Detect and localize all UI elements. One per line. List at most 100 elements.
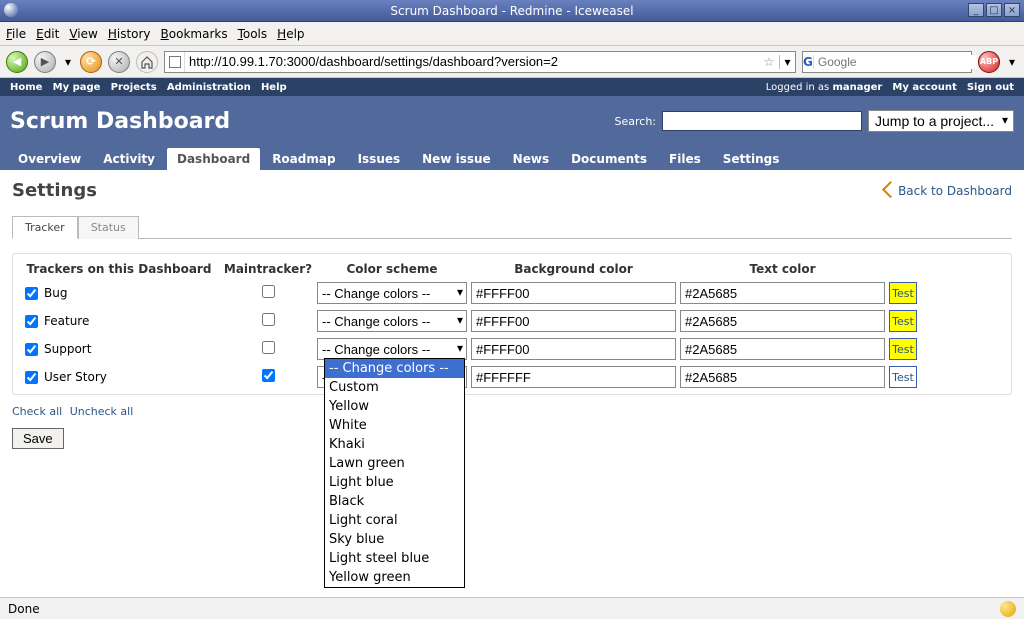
forward-button[interactable]: ▶ [34,51,56,73]
color-scheme-option[interactable]: Lawn green [325,454,464,473]
uncheck-all-link[interactable]: Uncheck all [70,405,134,418]
top-link-mypage[interactable]: My page [53,82,101,93]
maximize-button[interactable]: □ [986,3,1002,17]
page-heading: Settings [12,180,97,201]
text-color-input[interactable] [680,282,885,304]
header-search-input[interactable] [662,111,862,131]
nav-settings[interactable]: Settings [713,148,790,170]
test-button[interactable]: Test [889,310,917,332]
test-button[interactable]: Test [889,282,917,304]
url-input[interactable] [185,54,759,69]
nav-files[interactable]: Files [659,148,711,170]
top-link-signout[interactable]: Sign out [967,82,1014,93]
nav-dashboard[interactable]: Dashboard [167,148,260,170]
nav-newissue[interactable]: New issue [412,148,501,170]
color-scheme-option[interactable]: Light steel blue [325,549,464,568]
nav-roadmap[interactable]: Roadmap [262,148,345,170]
save-button[interactable]: Save [12,428,64,449]
bulk-action-links: Check all Uncheck all [12,405,1012,418]
menu-view[interactable]: View [69,27,97,41]
color-scheme-cell: -- Change colors -- [317,338,467,360]
minimize-button[interactable]: _ [968,3,984,17]
search-engine-input[interactable] [814,55,977,69]
header-search-label: Search: [615,115,657,128]
status-smiley-icon[interactable] [1000,601,1016,617]
test-button[interactable]: Test [889,366,917,388]
top-link-home[interactable]: Home [10,82,42,93]
maintracker-cell [223,285,313,301]
color-scheme-option[interactable]: White [325,416,464,435]
top-link-admin[interactable]: Administration [167,82,251,93]
col-scheme: Color scheme [317,262,467,276]
home-button[interactable] [136,51,158,73]
menu-help[interactable]: Help [277,27,304,41]
color-scheme-option[interactable]: Light blue [325,473,464,492]
color-scheme-option[interactable]: Black [325,492,464,511]
tracker-settings: Trackers on this Dashboard Maintracker? Co… [12,253,1012,395]
maintracker-checkbox[interactable] [262,341,275,354]
reload-button[interactable]: ⟳ [80,51,102,73]
search-engine-icon[interactable]: G [803,55,814,69]
color-scheme-option[interactable]: -- Change colors -- [325,359,464,378]
stop-button[interactable]: ✕ [108,51,130,73]
menu-tools[interactable]: Tools [238,27,268,41]
close-button[interactable]: × [1004,3,1020,17]
color-scheme-dropdown-open[interactable]: -- Change colors --CustomYellowWhiteKhak… [324,358,465,588]
text-color-input[interactable] [680,366,885,388]
menu-file[interactable]: File [6,27,26,41]
tracker-enable-checkbox[interactable] [25,371,38,384]
top-link-myaccount[interactable]: My account [892,82,956,93]
tracker-enable-checkbox[interactable] [25,315,38,328]
check-all-link[interactable]: Check all [12,405,62,418]
tracker-enable-checkbox[interactable] [25,343,38,356]
color-scheme-option[interactable]: Yellow green [325,568,464,587]
redmine-top-strip: Home My page Projects Administration Hel… [0,78,1024,96]
bg-color-input[interactable] [471,310,676,332]
color-scheme-option[interactable]: Sky blue [325,530,464,549]
color-scheme-select[interactable]: -- Change colors -- [317,338,467,360]
text-color-input[interactable] [680,338,885,360]
subtab-tracker[interactable]: Tracker [12,216,78,239]
tracker-enable-checkbox[interactable] [25,287,38,300]
test-button[interactable]: Test [889,338,917,360]
back-to-dashboard-link[interactable]: Back to Dashboard [883,184,1012,198]
nav-activity[interactable]: Activity [93,148,165,170]
nav-news[interactable]: News [503,148,559,170]
color-scheme-select[interactable]: -- Change colors -- [317,310,467,332]
adblock-dropdown[interactable]: ▾ [1006,51,1018,73]
col-trackers: Trackers on this Dashboard [19,262,219,276]
color-scheme-select[interactable]: -- Change colors -- [317,282,467,304]
nav-overview[interactable]: Overview [8,148,91,170]
back-button[interactable]: ◀ [6,51,28,73]
bookmark-star-icon[interactable]: ☆ [759,55,779,69]
text-color-input[interactable] [680,310,885,332]
bg-color-input[interactable] [471,338,676,360]
color-scheme-option[interactable]: Yellow [325,397,464,416]
top-link-projects[interactable]: Projects [111,82,157,93]
maintracker-checkbox[interactable] [262,313,275,326]
color-scheme-option[interactable]: Khaki [325,435,464,454]
menu-history[interactable]: History [108,27,151,41]
nav-documents[interactable]: Documents [561,148,657,170]
menu-edit[interactable]: Edit [36,27,59,41]
tracker-name: Support [44,342,91,356]
bg-color-input[interactable] [471,366,676,388]
history-dropdown[interactable]: ▾ [62,51,74,73]
maintracker-checkbox[interactable] [262,285,275,298]
url-history-dropdown[interactable]: ▾ [779,55,795,69]
subtab-status[interactable]: Status [78,216,139,239]
adblock-button[interactable]: ABP [978,51,1000,73]
menu-bookmarks[interactable]: Bookmarks [161,27,228,41]
logged-in-text: Logged in as manager [766,82,883,93]
color-scheme-option[interactable]: Custom [325,378,464,397]
col-maintracker: Maintracker? [223,262,313,276]
maintracker-checkbox[interactable] [262,369,275,382]
color-scheme-option[interactable]: Light coral [325,511,464,530]
bg-color-input[interactable] [471,282,676,304]
nav-issues[interactable]: Issues [348,148,411,170]
redmine-top-right: Logged in as manager My account Sign out [766,82,1014,93]
top-link-help[interactable]: Help [261,82,287,93]
window-title: Scrum Dashboard - Redmine - Iceweasel [390,4,633,18]
jump-to-project[interactable]: Jump to a project... [868,110,1014,132]
content: Settings Back to Dashboard Tracker Statu… [0,170,1024,459]
